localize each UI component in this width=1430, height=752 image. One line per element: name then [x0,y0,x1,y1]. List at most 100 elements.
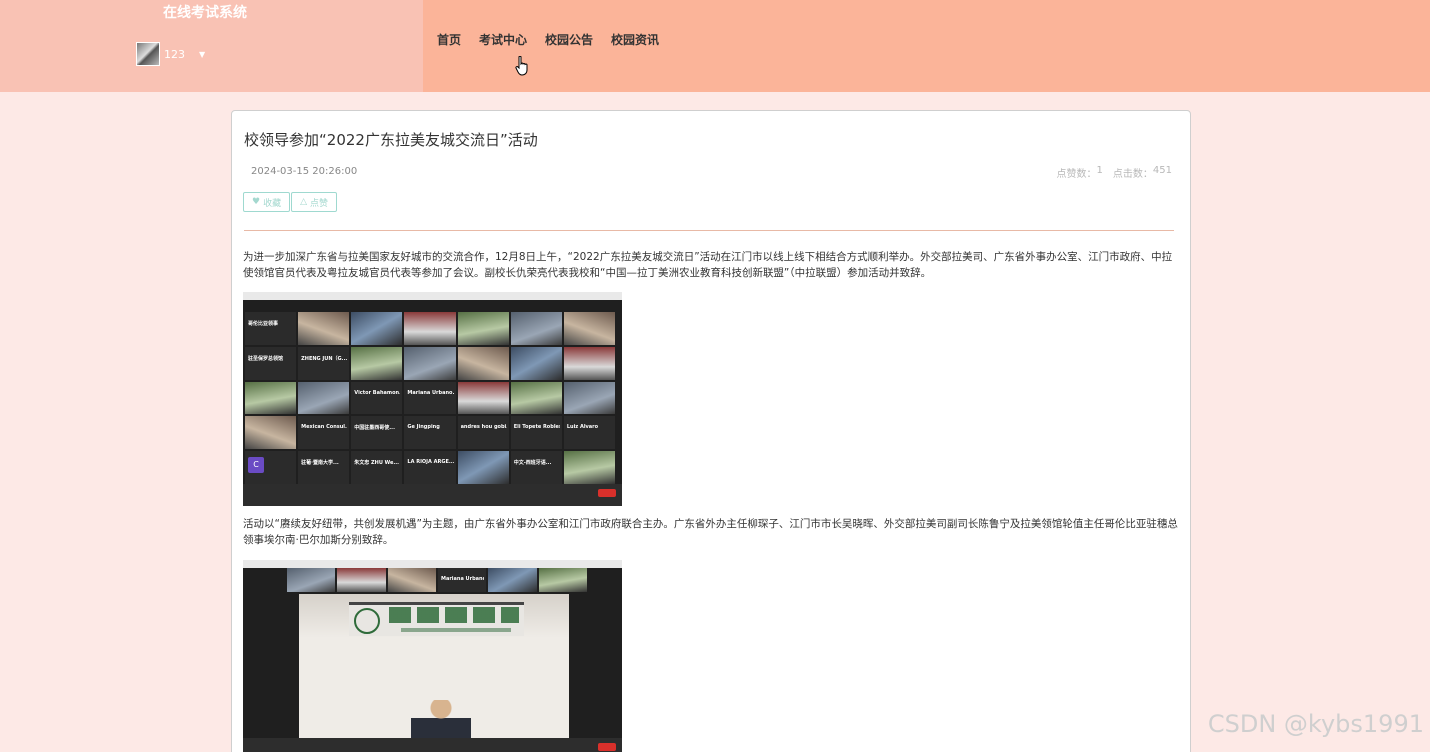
watermark: CSDN @kybs1991 [1207,710,1424,738]
participant-name: 哥伦比亚领事 [248,321,279,327]
video-tile: 中国驻墨西哥使... [351,416,403,450]
window-titlebar [243,560,622,568]
video-tile [510,381,562,415]
video-tile: 驻葡·暨南大学... [298,451,350,484]
participant-name: Luiz Alvaro [566,424,599,431]
hand-cursor-icon [515,56,528,76]
avatar[interactable] [136,42,160,66]
video-tile [457,312,509,345]
video-tile [351,346,403,380]
username[interactable]: 123 [164,48,185,61]
video-tile: LA RIOJA ARGE... [404,451,456,484]
meeting-toolbar [243,738,622,752]
participant-name: Mariana Urbano... [407,389,454,396]
video-tile: ZHENG JUN（G... [298,346,350,380]
video-tile [337,568,386,592]
thumbs-up-icon: △ [300,197,308,207]
article-card: 校领导参加“2022广东拉美友城交流日”活动 2024-03-15 20:26:… [231,110,1191,752]
video-tile: Luiz Alvaro [563,416,615,450]
brand-panel: 在线考试系统 123 ▼ [0,0,423,92]
participant-name: LA RIOJA ARGE... [407,459,454,466]
nav-item-campus-news[interactable]: 校园资讯 [611,31,659,48]
nav-item-exam-center[interactable]: 考试中心 [479,31,527,48]
main-video [299,594,569,740]
video-tile: C [245,451,297,484]
clicks-label: 点击数： [1112,169,1153,180]
video-tile: 驻圣保罗总领馆 [245,346,297,380]
heart-icon: ♥ [252,197,261,207]
video-tile [351,312,403,345]
participant-name: Ge Jingping [407,424,440,431]
university-seal-icon [354,608,380,634]
video-tile [287,568,336,592]
nav-item-home[interactable]: 首页 [437,31,461,48]
top-header: 在线考试系统 123 ▼ 首页 考试中心 校园公告 校园资讯 [0,0,1430,92]
participant-name: Mexican Consul... [301,424,348,431]
article-paragraph-2: 活动以“赓续友好纽带，共创发展机遇”为主题，由广东省外事办公室和江门市政府联合主… [243,518,1178,546]
participant-name: andres hou gobi... [460,424,507,431]
video-tile [404,312,456,345]
video-tile [457,381,509,415]
favorite-button[interactable]: ♥ 收藏 [243,192,291,212]
video-tile [488,568,537,592]
video-tile [510,312,562,345]
meeting-screenshot-2: Mariana Urbano... [243,560,622,752]
participant-name: 朱文忠 ZHU We... [354,460,400,467]
participant-name: Eli Topete Robles [513,424,560,431]
video-tile: 中文-西班牙语... [510,451,562,484]
user-menu[interactable]: 123 ▼ [136,42,205,66]
likes-label: 点赞数： [1056,169,1097,180]
chevron-down-icon[interactable]: ▼ [199,50,205,59]
video-tile [245,416,297,450]
video-tile [298,312,350,345]
participant-name: 中文-西班牙语... [513,460,552,467]
like-button[interactable]: △ 点赞 [291,192,338,212]
video-tile [404,346,456,380]
video-grid: 哥伦比亚领事 驻圣保罗总领馆 ZHENG JUN（G... Victor Bahamo… [245,312,615,484]
video-tile [510,346,562,380]
video-tile: andres hou gobi... [457,416,509,450]
nav-panel: 首页 考试中心 校园公告 校园资讯 [423,0,1430,92]
speaker [411,700,471,740]
video-tile [563,381,615,415]
video-tile [457,346,509,380]
participant-name: 中国驻墨西哥使... [354,425,395,432]
video-tile: Mariana Urbano... [437,568,487,592]
video-tile [538,568,587,592]
divider [244,230,1174,231]
university-banner [349,602,524,636]
participant-name: ZHENG JUN（G... [301,355,348,362]
meeting-toolbar [243,484,622,506]
video-tile: Eli Topete Robles [510,416,562,450]
nav-item-announcements[interactable]: 校园公告 [545,31,593,48]
article-date: 2024-03-15 20:26:00 [251,166,358,177]
video-tile: 朱文忠 ZHU We... [351,451,403,484]
video-tile: Victor Bahamon... [351,381,403,415]
participant-name: 驻圣保罗总领馆 [248,355,284,362]
main-nav: 首页 考试中心 校园公告 校园资讯 [437,31,677,48]
end-meeting-icon [598,743,616,751]
participant-name: 驻葡·暨南大学... [301,460,339,467]
video-tile [563,451,615,484]
video-tile [387,568,436,592]
participant-name: Mariana Urbano... [440,576,484,582]
banner-subtitle [401,628,511,632]
article-paragraph-1: 为进一步加深广东省与拉美国家友好城市的交流合作，12月8日上午，“2022广东拉… [243,251,1173,279]
meeting-screenshot-1: 哥伦比亚领事 驻圣保罗总领馆 ZHENG JUN（G... Victor Bahamo… [243,292,622,506]
like-label: 点赞 [310,198,329,209]
article-title: 校领导参加“2022广东拉美友城交流日”活动 [244,131,538,149]
clicks-count: 451 [1152,165,1172,176]
favorite-label: 收藏 [263,198,282,209]
article-stats: 点赞数： 1 点击数： 451 [1057,165,1172,180]
participant-name: Victor Bahamon... [354,389,401,396]
banner-lettering [389,607,519,623]
video-tile: 哥伦比亚领事 [245,312,297,345]
site-title: 在线考试系统 [163,5,247,21]
window-titlebar [243,292,622,300]
action-buttons: ♥ 收藏 △ 点赞 [243,192,338,212]
video-tile [563,346,615,380]
video-tile [245,381,297,415]
video-thumbnails: Mariana Urbano... [287,568,587,592]
video-tile [563,312,615,345]
video-tile: Mariana Urbano... [404,381,456,415]
